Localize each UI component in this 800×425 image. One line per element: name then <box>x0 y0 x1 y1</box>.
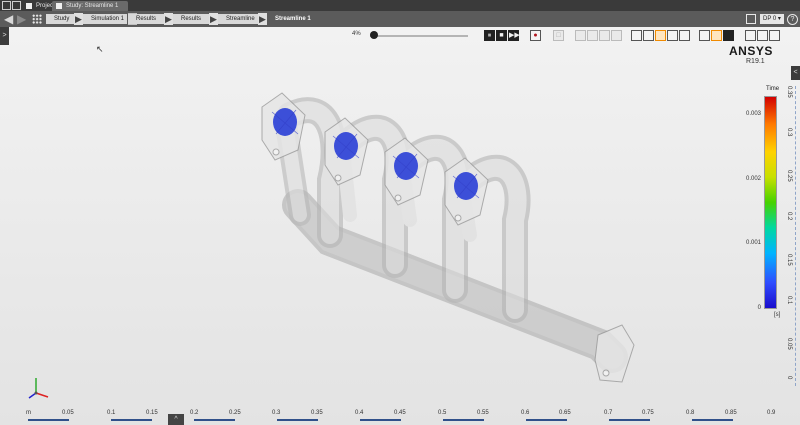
record-button[interactable]: ● <box>530 30 541 41</box>
horizontal-ruler-label: 0.75 <box>642 410 654 416</box>
vertical-ruler-label: 0.35 <box>786 86 792 98</box>
stop-icon: ■ <box>499 32 504 39</box>
ruler-segment <box>277 419 318 421</box>
select-body-button[interactable] <box>611 30 622 41</box>
record-icon: ● <box>533 32 538 39</box>
probe-icon: □ <box>556 32 561 39</box>
horizontal-ruler-label: 0.7 <box>604 410 613 416</box>
vertical-ruler-label: 0.1 <box>786 296 792 305</box>
horizontal-ruler-label: 0.35 <box>311 410 323 416</box>
legend-unit: [s] <box>774 312 781 318</box>
playback-slider-thumb[interactable] <box>369 31 378 39</box>
vertical-ruler-label: 0.2 <box>786 212 792 221</box>
add-point-button[interactable] <box>745 30 756 41</box>
vertical-ruler: 0.35 0.3 0.25 0.2 0.15 0.1 0.05 0 <box>784 84 798 388</box>
display-transparency-button[interactable] <box>711 30 722 41</box>
horizontal-ruler-label: 0.9 <box>767 410 776 416</box>
horizontal-ruler: m 0.05 0.1 0.15 0.2 0.25 0.3 0.35 0.4 0.… <box>24 404 776 424</box>
view-side-button[interactable] <box>667 30 678 41</box>
horizontal-ruler-unit: m <box>26 410 31 416</box>
ruler-segment <box>692 419 733 421</box>
step-forward-icon: ▶▶ <box>509 32 520 39</box>
playback-progress-label: 4% <box>352 31 361 37</box>
display-shading-button[interactable] <box>723 30 734 41</box>
horizontal-ruler-label: 0.1 <box>107 410 116 416</box>
horizontal-ruler-label: 0.3 <box>272 410 281 416</box>
legend-tick: 0.001 <box>745 240 761 246</box>
display-mode-button[interactable] <box>699 30 710 41</box>
horizontal-ruler-label: 0.25 <box>229 410 241 416</box>
add-plane-button[interactable] <box>769 30 780 41</box>
vertical-ruler-label: 0.05 <box>786 338 792 350</box>
legend-title: Time <box>766 86 780 92</box>
horizontal-ruler-label: 0.65 <box>559 410 571 416</box>
legend-color-bar <box>764 96 777 309</box>
pause-icon: ⏸ <box>487 32 492 39</box>
ruler-segment <box>443 419 484 421</box>
probe-button[interactable]: □ <box>553 30 564 41</box>
horizontal-ruler-label: 0.5 <box>438 410 447 416</box>
ruler-segment <box>111 419 152 421</box>
pause-button[interactable]: ⏸ <box>484 30 495 41</box>
legend-tick: 0 <box>757 305 761 311</box>
ruler-segment <box>609 419 650 421</box>
step-forward-button[interactable]: ▶▶ <box>508 30 520 41</box>
view-top-button[interactable] <box>679 30 690 41</box>
horizontal-ruler-label: 0.4 <box>355 410 364 416</box>
horizontal-ruler-label: 0.55 <box>477 410 489 416</box>
playback-slider-track[interactable] <box>370 35 468 37</box>
horizontal-ruler-label: 0.2 <box>190 410 199 416</box>
view-fit-button[interactable] <box>631 30 642 41</box>
select-box-button[interactable] <box>575 30 586 41</box>
view-front-button[interactable] <box>643 30 654 41</box>
horizontal-ruler-label: 0.05 <box>62 410 74 416</box>
horizontal-ruler-label: 0.6 <box>521 410 530 416</box>
ansys-version: R19.1 <box>746 58 765 65</box>
ruler-segment <box>194 419 235 421</box>
coordinate-triad-icon <box>28 378 49 399</box>
legend-tick: 0.003 <box>745 111 761 117</box>
legend-tick: 0.002 <box>745 176 761 182</box>
vertical-ruler-label: 0.25 <box>786 170 792 182</box>
left-panel-toggle[interactable]: > <box>0 27 9 45</box>
ansys-logo: ANSYS <box>729 44 773 58</box>
vertical-ruler-line <box>795 86 797 386</box>
mouse-cursor-icon: ↖ <box>96 44 104 54</box>
ruler-segment <box>360 419 401 421</box>
exhaust-manifold-model <box>261 92 635 383</box>
select-face-button[interactable] <box>587 30 598 41</box>
ruler-segment <box>28 419 69 421</box>
vertical-ruler-label: 0.3 <box>786 128 792 137</box>
add-line-button[interactable] <box>757 30 768 41</box>
stop-button[interactable]: ■ <box>496 30 507 41</box>
select-edge-button[interactable] <box>599 30 610 41</box>
vertical-ruler-label: 0.15 <box>786 254 792 266</box>
view-iso-button[interactable] <box>655 30 666 41</box>
horizontal-ruler-label: 0.85 <box>725 410 737 416</box>
vertical-ruler-label: 0 <box>786 376 792 380</box>
horizontal-ruler-label: 0.8 <box>686 410 695 416</box>
horizontal-ruler-label: 0.45 <box>394 410 406 416</box>
right-panel-toggle[interactable]: < <box>791 66 800 80</box>
bottom-panel-toggle[interactable]: ^ <box>168 414 184 425</box>
ruler-segment <box>526 419 567 421</box>
horizontal-ruler-label: 0.15 <box>146 410 158 416</box>
app-window: Project Study: Streamline 1 ◀ ▶ Study ▶ … <box>0 0 800 425</box>
